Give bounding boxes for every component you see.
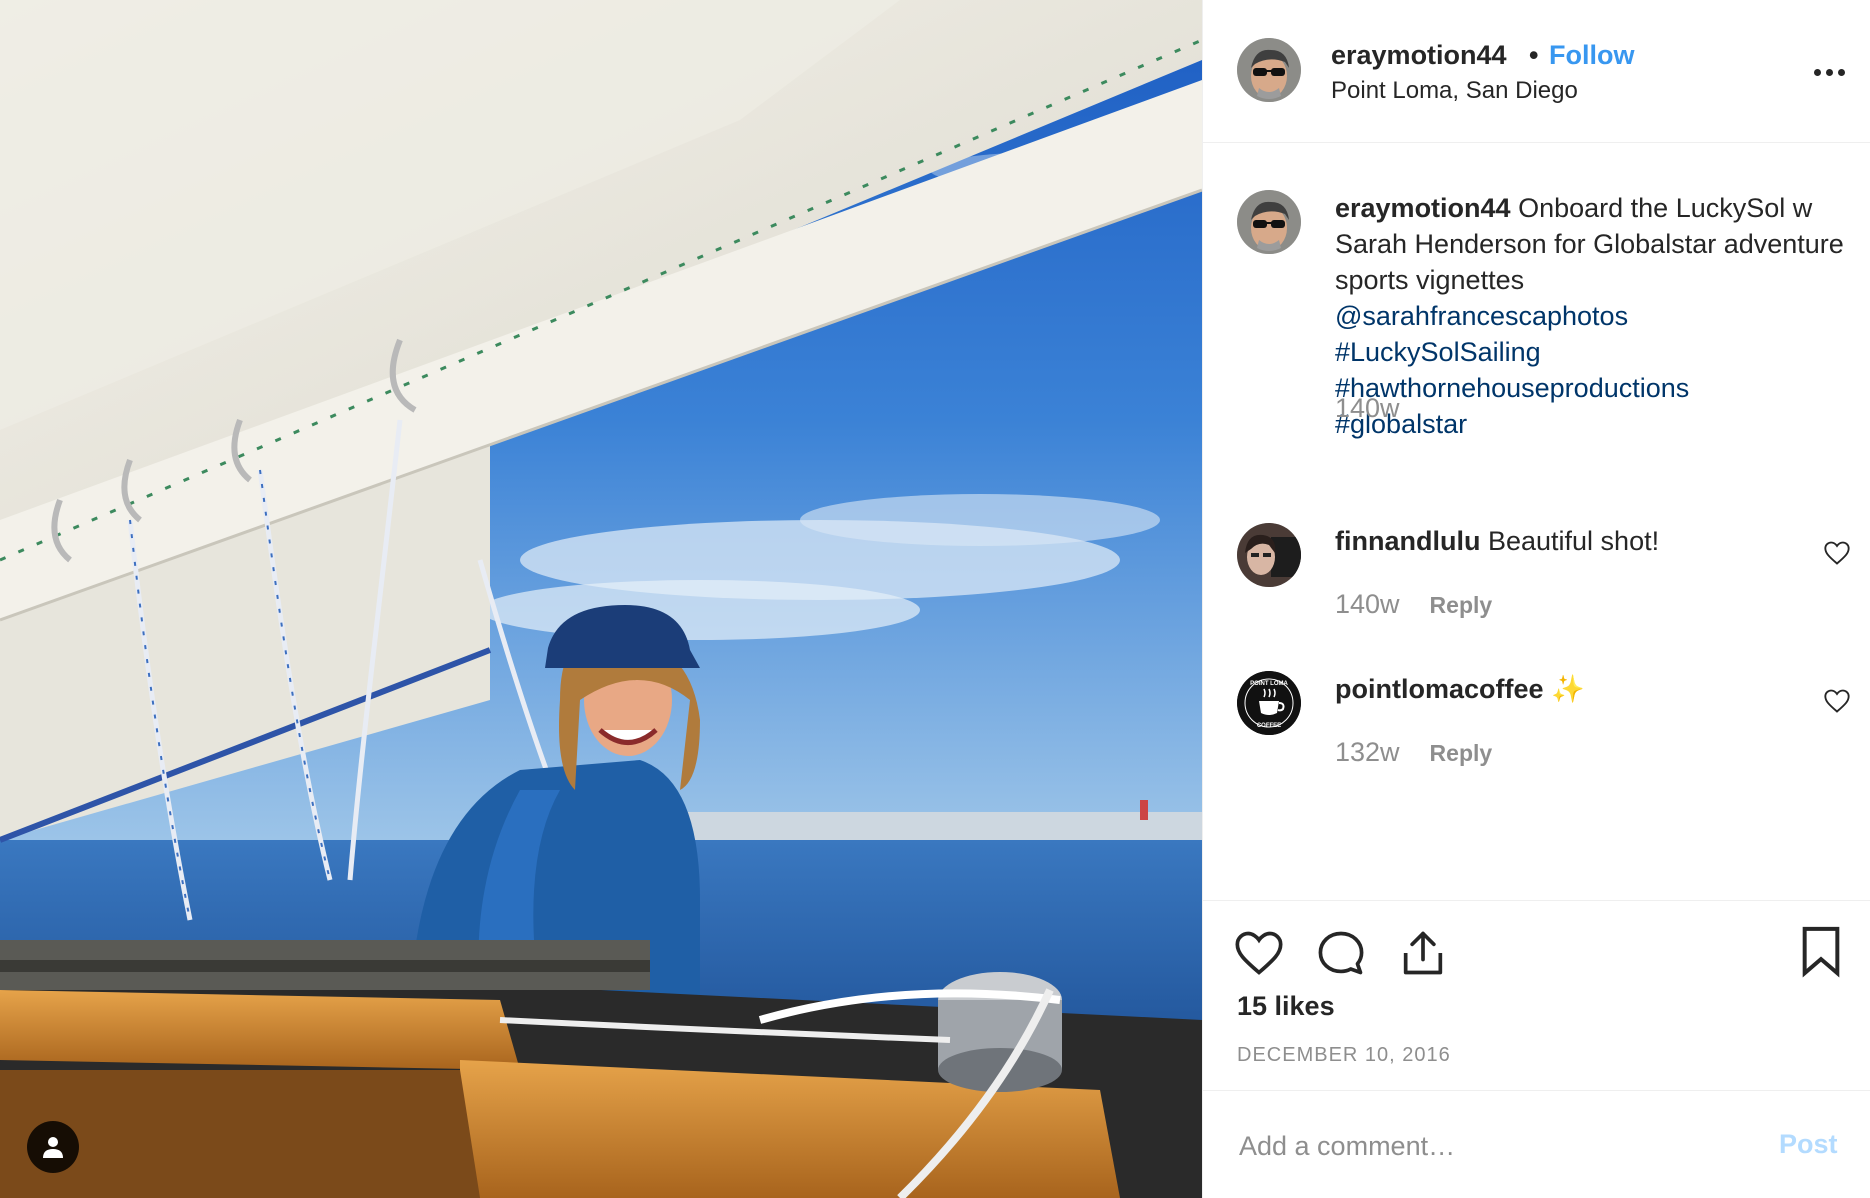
author-avatar-image: [1237, 38, 1301, 102]
post-actions: 15 likes DECEMBER 10, 2016: [1203, 900, 1870, 1090]
comment-like-heart-icon[interactable]: [1823, 539, 1851, 567]
comment-timestamp[interactable]: 132w: [1335, 737, 1400, 768]
comment-input[interactable]: [1237, 1123, 1721, 1169]
svg-text:POINT LOMA: POINT LOMA: [1250, 681, 1288, 687]
comment-body: finnandlulu Beautiful shot!: [1335, 523, 1775, 559]
comment-like-heart-icon[interactable]: [1823, 687, 1851, 715]
comment-meta: 132w Reply: [1335, 737, 1492, 768]
sailing-photo-illustration: [0, 0, 1202, 1198]
caption-mention-link[interactable]: @sarahfrancescaphotos: [1335, 298, 1855, 334]
comment-username[interactable]: finnandlulu: [1335, 526, 1480, 556]
author-avatar-image: [1237, 190, 1301, 254]
more-options-icon[interactable]: [1807, 58, 1851, 86]
post-header: eraymotion44 • Follow Point Loma, San Di…: [1203, 0, 1870, 143]
caption-author-avatar[interactable]: [1237, 190, 1301, 254]
reply-button[interactable]: Reply: [1430, 740, 1493, 767]
tagged-users-button[interactable]: [27, 1121, 79, 1173]
post-location[interactable]: Point Loma, San Diego: [1331, 77, 1578, 105]
follow-button[interactable]: Follow: [1549, 40, 1634, 71]
comment-timestamp[interactable]: 140w: [1335, 589, 1400, 620]
post-comment-button[interactable]: Post: [1779, 1129, 1838, 1160]
svg-text:COFFEE: COFFEE: [1257, 723, 1281, 729]
comment-icon[interactable]: [1315, 927, 1367, 979]
caption-hashtag-link[interactable]: #hawthornehouseproductions: [1335, 370, 1855, 406]
commenter-avatar[interactable]: [1237, 523, 1301, 587]
point-loma-coffee-logo: POINT LOMA COFFEE: [1237, 671, 1301, 735]
instagram-post-modal: eraymotion44 • Follow Point Loma, San Di…: [0, 0, 1870, 1198]
post-caption: eraymotion44 Onboard the LuckySol w Sara…: [1335, 190, 1855, 442]
commenter-avatar[interactable]: POINT LOMA COFFEE: [1237, 671, 1301, 735]
share-icon[interactable]: [1397, 927, 1449, 979]
comments-list: eraymotion44 Onboard the LuckySol w Sara…: [1203, 143, 1870, 900]
commenter-avatar-image: [1237, 523, 1301, 587]
comment-meta: 140w Reply: [1335, 589, 1492, 620]
caption-hashtag-link[interactable]: #LuckySolSailing: [1335, 334, 1855, 370]
comment-text: ✨: [1551, 674, 1585, 704]
caption-timestamp[interactable]: 140w: [1335, 393, 1400, 424]
caption-username[interactable]: eraymotion44: [1335, 193, 1511, 223]
comment-username[interactable]: pointlomacoffee: [1335, 674, 1544, 704]
header-separator: •: [1529, 40, 1539, 70]
author-username[interactable]: eraymotion44: [1331, 40, 1507, 71]
user-icon: [43, 1137, 63, 1158]
post-sidebar: eraymotion44 • Follow Point Loma, San Di…: [1202, 0, 1870, 1198]
bookmark-icon[interactable]: [1793, 923, 1849, 979]
likes-count[interactable]: 15 likes: [1237, 991, 1335, 1022]
reply-button[interactable]: Reply: [1430, 592, 1493, 619]
comment-body: pointlomacoffee ✨: [1335, 671, 1775, 707]
caption-hashtag-link[interactable]: #globalstar: [1335, 406, 1855, 442]
post-date[interactable]: DECEMBER 10, 2016: [1237, 1044, 1451, 1067]
add-comment-bar: Post: [1203, 1090, 1870, 1198]
comment-text: Beautiful shot!: [1487, 526, 1660, 556]
heart-icon[interactable]: [1233, 927, 1285, 979]
post-photo[interactable]: [0, 0, 1202, 1198]
author-avatar[interactable]: [1237, 38, 1301, 102]
